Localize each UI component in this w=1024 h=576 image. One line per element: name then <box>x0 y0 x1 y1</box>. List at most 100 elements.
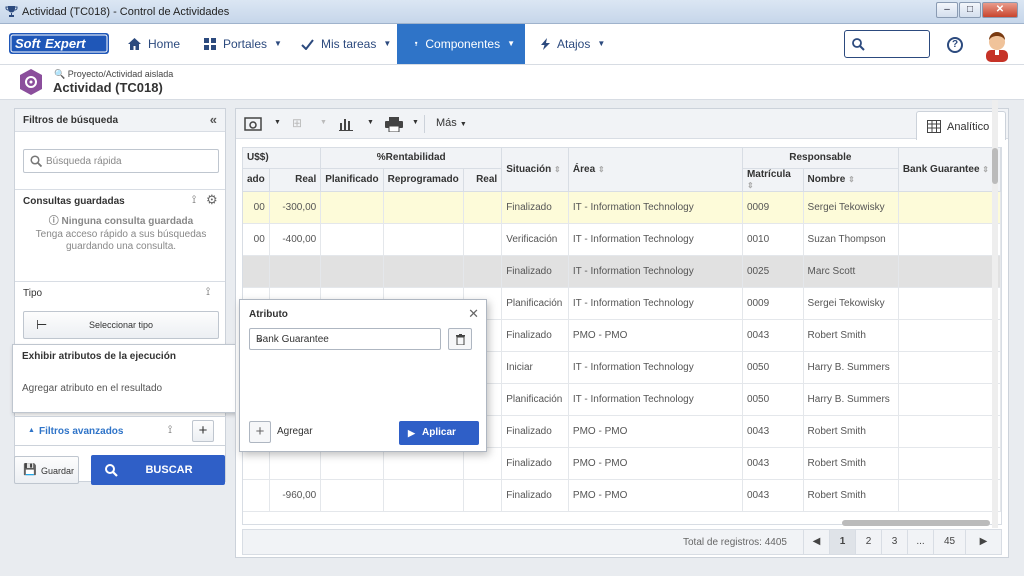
tree-icon: ⊢ <box>36 317 48 332</box>
table-cell <box>320 223 384 256</box>
chevron-down-icon[interactable]: ▼ <box>274 119 281 126</box>
next-page-button[interactable]: ▶ <box>965 530 1001 554</box>
print-icon[interactable] <box>385 117 403 132</box>
save-button[interactable]: 💾 Guardar <box>14 456 79 484</box>
close-button[interactable]: ✕ <box>982 2 1018 18</box>
view-icon[interactable] <box>244 117 262 131</box>
table-cell <box>320 191 384 224</box>
add-attribute-button[interactable]: + <box>249 421 271 443</box>
play-icon: ▶ <box>408 428 415 438</box>
chevron-down-icon[interactable]: ▼ <box>367 119 374 126</box>
window-titlebar: Actividad (TC018) - Control de Actividad… <box>0 0 1024 24</box>
column-real-2[interactable]: Real <box>463 168 503 192</box>
apply-button[interactable]: ▶ Aplicar <box>399 421 479 445</box>
search-icon <box>852 38 865 51</box>
nav-mis-tareas[interactable]: Mis tareas ▼ <box>291 24 401 64</box>
nav-home[interactable]: Home <box>118 24 190 64</box>
column-ado[interactable]: ado <box>243 168 270 192</box>
broom-icon[interactable]: ⟟ <box>168 424 172 437</box>
advanced-filters[interactable]: ▲ Filtros avanzados ⟟ + <box>14 416 226 446</box>
prev-page-button[interactable]: ◀ <box>803 530 829 554</box>
broom-icon[interactable]: ⟟ <box>192 194 196 207</box>
tipo-section: Tipo ⟟ ⊢ Seleccionar tipo <box>15 281 225 351</box>
quick-search-input[interactable]: Búsqueda rápida <box>23 149 219 173</box>
search-icon <box>30 155 42 167</box>
svg-text:Soft: Soft <box>15 36 41 51</box>
table-row[interactable]: Finalizado IT - Information Technology 002… <box>243 255 1001 288</box>
search-button[interactable]: BUSCAR <box>91 455 225 485</box>
table-cell: Verificación <box>501 223 569 256</box>
table-cell <box>898 479 1001 512</box>
table-cell: -400,00 <box>269 223 322 256</box>
table-cell <box>383 223 464 256</box>
column-reprogramado[interactable]: Reprogramado <box>383 168 464 192</box>
chevron-down-icon[interactable]: ▼ <box>412 119 419 126</box>
column-real[interactable]: Real <box>269 168 322 192</box>
window-title: Actividad (TC018) - Control de Actividad… <box>22 6 230 18</box>
select-tipo-button[interactable]: ⊢ Seleccionar tipo <box>23 311 219 339</box>
broom-icon[interactable]: ⟟ <box>206 286 210 299</box>
gear-icon[interactable]: ⚙ <box>206 192 218 208</box>
breadcrumb[interactable]: 🔍 Proyecto/Actividad aislada <box>54 69 173 80</box>
table-cell: PMO - PMO <box>568 415 743 448</box>
column-bank-guarantee[interactable]: Bank Guarantee ⇕ <box>898 148 1001 192</box>
column-situacion[interactable]: Situación ⇕ <box>501 148 569 192</box>
chevron-down-icon: ▼ <box>274 39 282 48</box>
table-row[interactable]: 00 -300,00 Finalizado IT - Information Tech… <box>243 191 1001 224</box>
table-cell <box>463 191 503 224</box>
nav-portales[interactable]: Portales ▼ <box>194 24 292 64</box>
table-cell: 0043 <box>742 479 804 512</box>
page-3[interactable]: 3 <box>881 530 907 554</box>
table-cell: IT - Information Technology <box>568 255 743 288</box>
disk-icon: 💾 <box>23 464 37 476</box>
chart-icon[interactable] <box>339 117 355 131</box>
maximize-button[interactable]: □ <box>959 2 981 18</box>
trophy-icon <box>5 6 18 17</box>
sort-icon: ⇕ <box>746 180 754 190</box>
attribute-select[interactable]: Bank Guarantee ⌄ <box>249 328 441 350</box>
nav-atajos[interactable]: Atajos ▼ <box>531 24 615 64</box>
collapse-icon[interactable]: « <box>210 112 217 127</box>
table-cell: Robert Smith <box>803 415 899 448</box>
column-group-cost: U$$) <box>243 148 322 169</box>
delete-attribute-button[interactable] <box>448 328 472 350</box>
page-45[interactable]: 45 <box>933 530 965 554</box>
horizontal-scroll-thumb[interactable] <box>842 520 990 526</box>
table-row[interactable]: -960,00 Finalizado PMO - PMO 0043 Robert Smi… <box>243 479 1001 512</box>
table-cell: 0010 <box>742 223 804 256</box>
table-cell: Iniciar <box>501 351 569 384</box>
column-area[interactable]: Área ⇕ <box>568 148 743 192</box>
nav-componentes[interactable]: Componentes ▼ <box>397 24 525 64</box>
table-row[interactable]: 00 -400,00 Verificación IT - Information Te… <box>243 223 1001 256</box>
more-menu[interactable]: Más ▼ <box>436 117 467 129</box>
avatar[interactable] <box>980 28 1014 62</box>
add-filter-button[interactable]: + <box>192 420 214 442</box>
top-search-input[interactable] <box>844 30 930 58</box>
page-2[interactable]: 2 <box>855 530 881 554</box>
table-cell: -960,00 <box>269 479 322 512</box>
add-label: Agregar <box>277 426 313 437</box>
table-cell: Finalizado <box>501 479 569 512</box>
chevron-down-icon: ▼ <box>507 39 515 48</box>
help-icon[interactable]: ? <box>947 37 963 53</box>
table-cell <box>383 255 464 288</box>
table-cell: 0043 <box>742 447 804 480</box>
pagination-bar: Total de registros: 4405 ◀ 1 2 3 ... 45 … <box>242 529 1002 555</box>
sort-icon: ⇕ <box>982 164 989 174</box>
page-1[interactable]: 1 <box>829 530 855 554</box>
column-matricula[interactable]: Matrícula ⇕ <box>742 168 804 192</box>
add-attribute-link[interactable]: Agregar atributo en el resultado <box>22 383 162 394</box>
check-icon <box>301 38 314 50</box>
column-planificado[interactable]: Planificado <box>320 168 384 192</box>
table-icon <box>927 120 941 133</box>
table-cell <box>463 223 503 256</box>
filter-panel-header: Filtros de búsqueda « <box>15 109 225 132</box>
table-cell: 0009 <box>742 287 804 320</box>
close-icon[interactable]: ✕ <box>468 306 479 322</box>
table-cell: 0043 <box>742 415 804 448</box>
table-cell: 00 <box>243 223 270 256</box>
vertical-scroll-thumb[interactable] <box>992 148 998 184</box>
minimize-button[interactable]: – <box>936 2 958 18</box>
attribute-dialog: Atributo ✕ Bank Guarantee ⌄ + Agregar ▶ … <box>239 299 487 452</box>
column-nombre[interactable]: Nombre ⇕ <box>803 168 899 192</box>
